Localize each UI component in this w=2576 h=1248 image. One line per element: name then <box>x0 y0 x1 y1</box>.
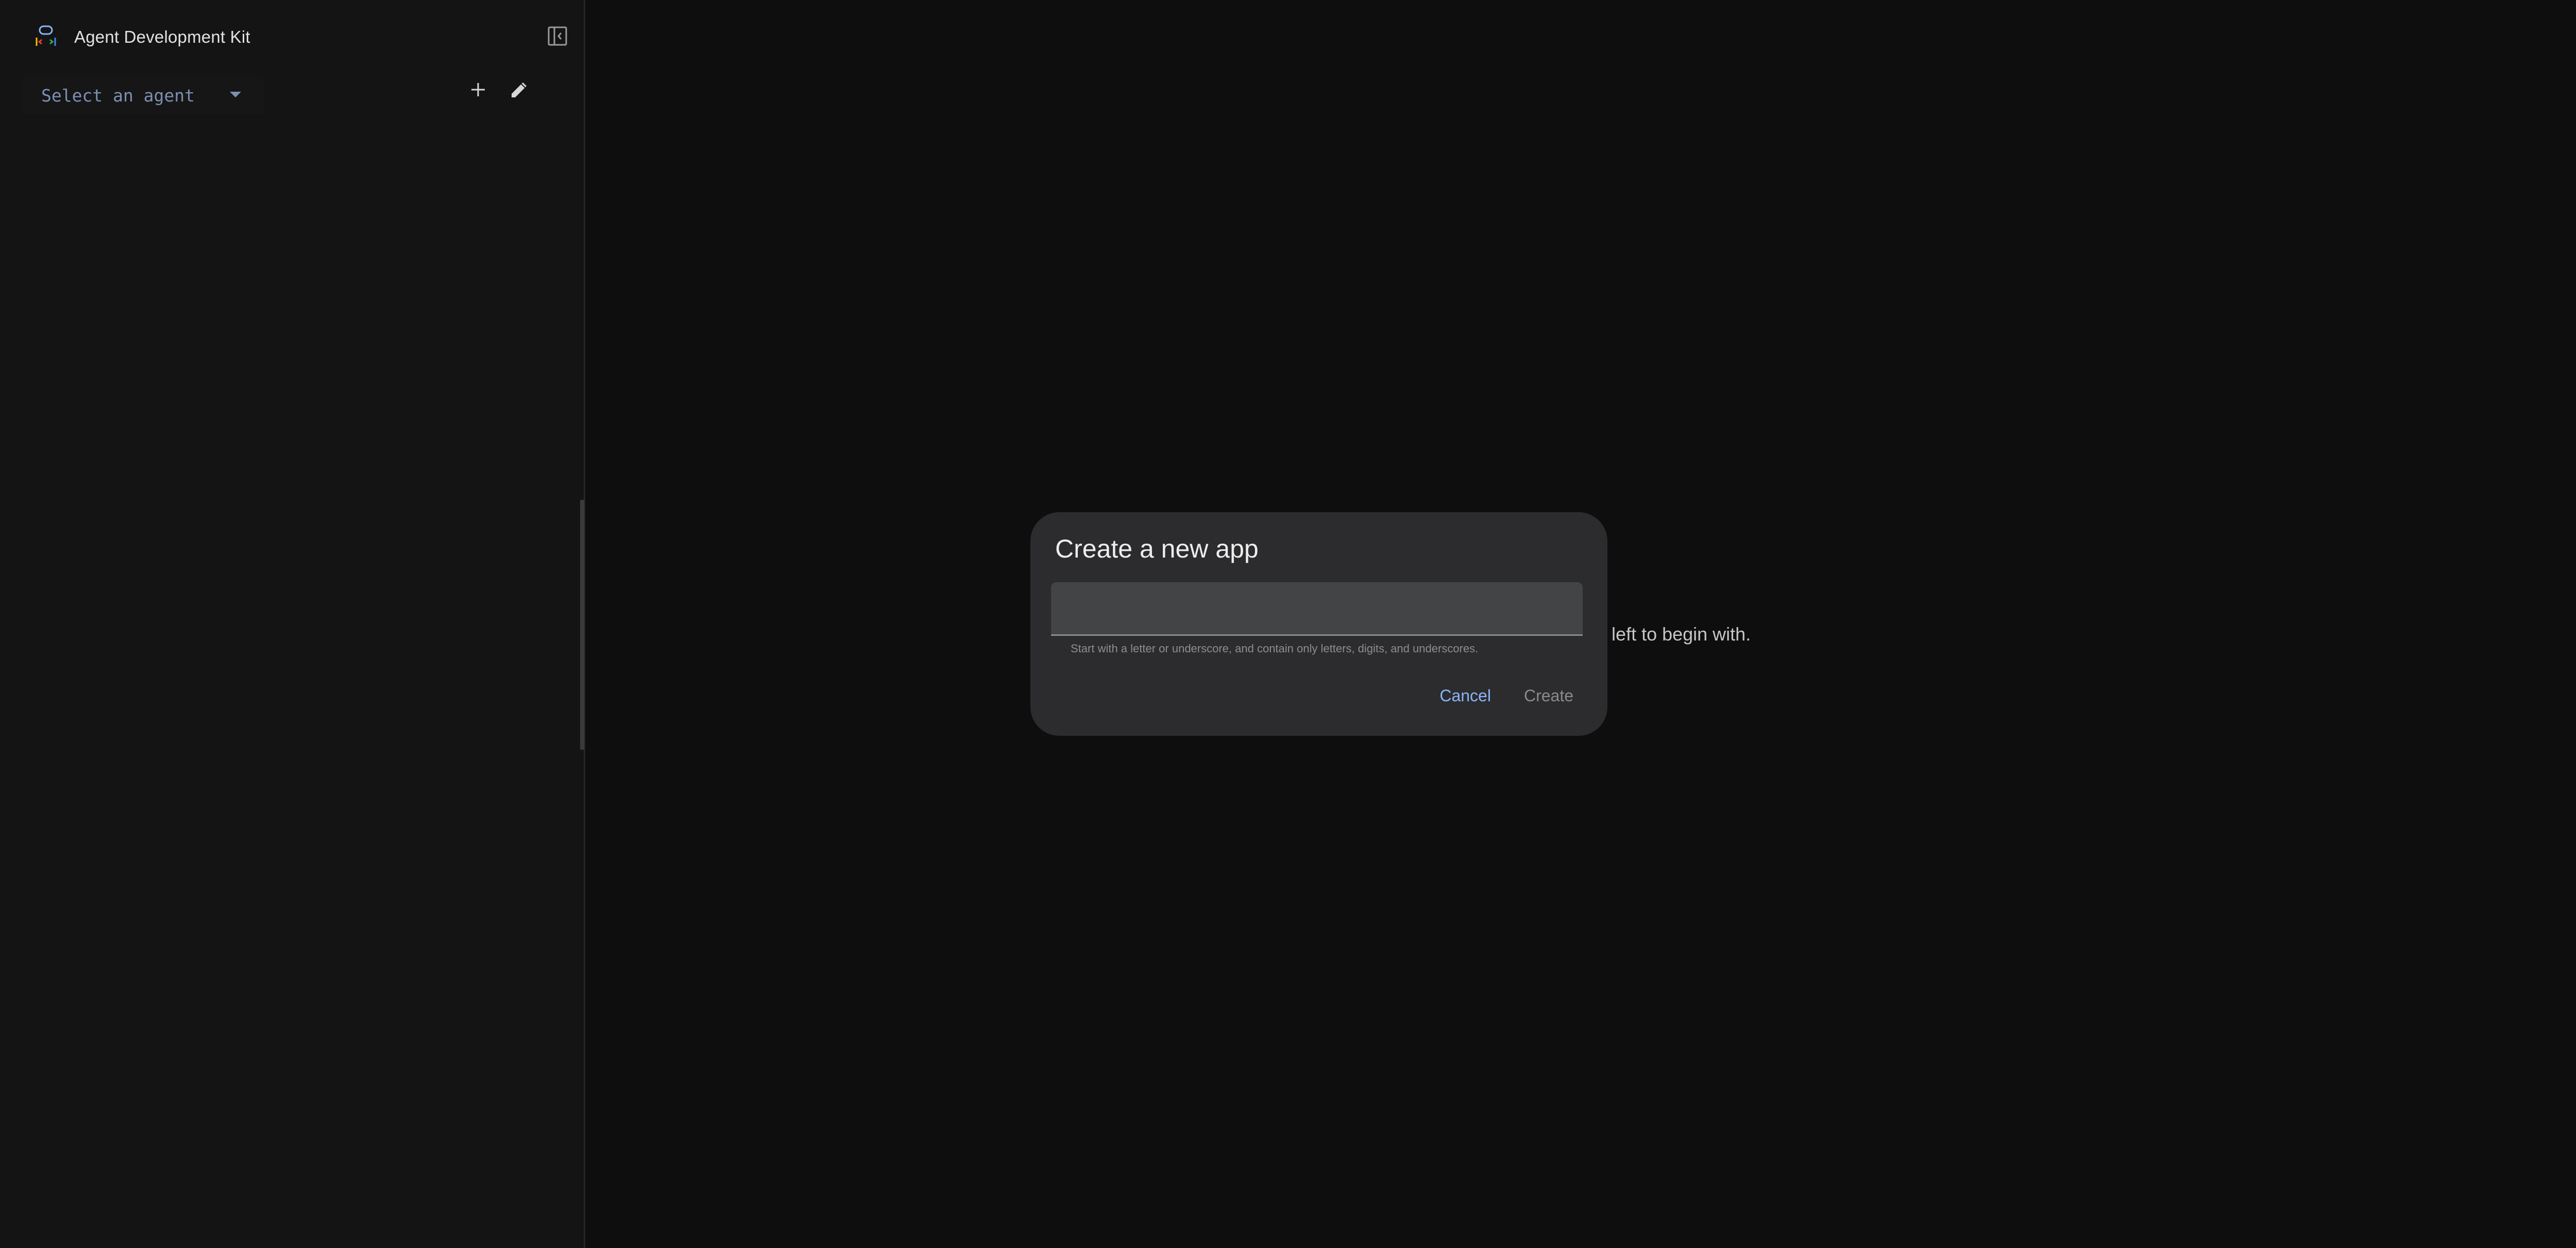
dialog-actions: Cancel Create <box>1439 686 1573 705</box>
input-hint: Start with a letter or underscore, and c… <box>1071 642 1479 655</box>
cancel-button[interactable]: Cancel <box>1439 686 1491 705</box>
create-button[interactable]: Create <box>1524 686 1573 705</box>
app-root: Agent Development Kit Select an agent th… <box>0 0 2576 1248</box>
app-name-input[interactable] <box>1051 582 1583 636</box>
create-app-dialog: Create a new app Start with a letter or … <box>1030 512 1607 736</box>
dialog-title: Create a new app <box>1055 534 1259 563</box>
